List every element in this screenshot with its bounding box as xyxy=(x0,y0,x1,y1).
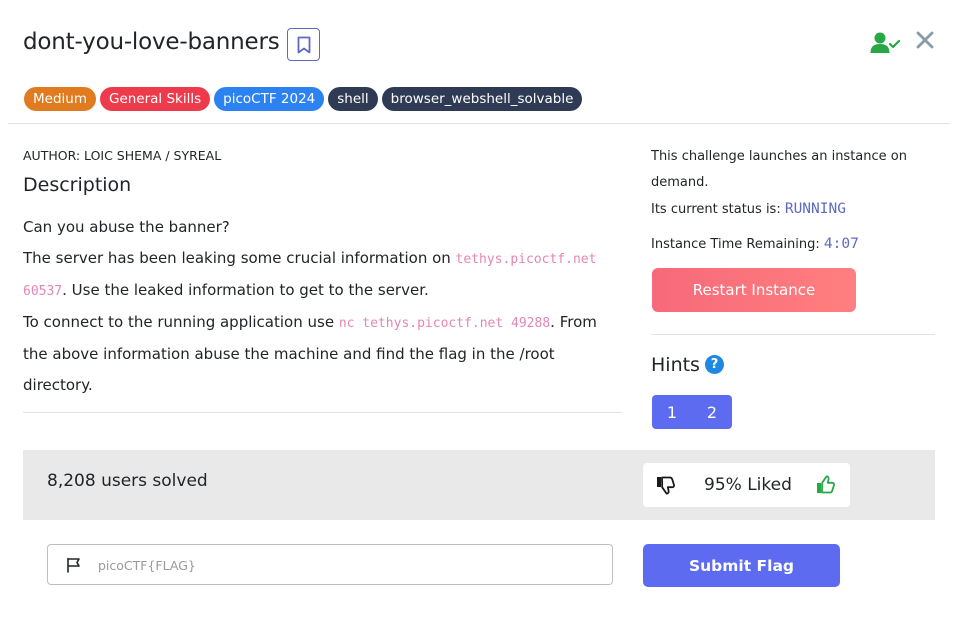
description-line: To connect to the running application us… xyxy=(23,307,623,401)
description-line: Can you abuse the banner? xyxy=(23,218,230,236)
description-body: Can you abuse the banner? The server has… xyxy=(23,212,623,401)
flag-input-container[interactable] xyxy=(47,544,613,585)
time-label: Instance Time Remaining: xyxy=(651,237,824,252)
hint-1-button[interactable]: 1 xyxy=(652,395,692,429)
tag-category[interactable]: General Skills xyxy=(99,87,211,111)
bookmark-icon xyxy=(297,36,310,53)
tag-shell[interactable]: shell xyxy=(328,87,378,111)
description-heading: Description xyxy=(23,174,132,196)
challenge-title: dont-you-love-banners xyxy=(23,29,280,55)
help-icon[interactable]: ? xyxy=(705,355,724,374)
description-line: The server has been leaking some crucial… xyxy=(23,243,623,307)
hints-heading: Hints xyxy=(651,354,700,376)
thumbs-up-icon[interactable] xyxy=(815,474,837,496)
tag-difficulty[interactable]: Medium xyxy=(24,87,96,111)
tag-list: Medium General Skills picoCTF 2024 shell… xyxy=(24,87,583,111)
close-icon[interactable] xyxy=(914,29,936,51)
author-line: AUTHOR: LOIC SHEMA / SYREAL xyxy=(23,148,222,163)
description-divider xyxy=(23,412,622,413)
status-label: Its current status is: xyxy=(651,202,785,217)
tag-webshell[interactable]: browser_webshell_solvable xyxy=(381,87,583,111)
restart-instance-button[interactable]: Restart Instance xyxy=(652,268,856,312)
hints-divider xyxy=(651,334,935,335)
user-check-icon xyxy=(870,32,900,53)
submit-flag-button[interactable]: Submit Flag xyxy=(643,544,840,587)
bookmark-button[interactable] xyxy=(287,28,320,61)
status-value: RUNNING xyxy=(784,201,846,217)
instance-time: Instance Time Remaining: 4:07 xyxy=(651,231,935,258)
description-text: To connect to the running application us… xyxy=(23,313,339,331)
description-text: . Use the leaked information to get to t… xyxy=(62,281,429,299)
hint-2-button[interactable]: 2 xyxy=(692,395,732,429)
flag-icon xyxy=(67,557,80,573)
hint-buttons: 1 2 xyxy=(652,395,732,429)
header-divider xyxy=(8,123,950,124)
flag-input[interactable] xyxy=(98,553,598,577)
instance-status: Its current status is: RUNNING xyxy=(651,196,935,223)
thumbs-down-icon[interactable] xyxy=(655,474,677,496)
solved-count: 8,208 users solved xyxy=(47,471,208,491)
time-value: 4:07 xyxy=(823,236,859,252)
nc-command-code: nc tethys.picoctf.net 49288 xyxy=(338,316,551,331)
description-text: The server has been leaking some crucial… xyxy=(23,249,456,267)
liked-percentage: 95% Liked xyxy=(704,475,792,495)
tag-event[interactable]: picoCTF 2024 xyxy=(214,87,325,111)
instance-intro: This challenge launches an instance on d… xyxy=(651,149,907,190)
instance-panel: This challenge launches an instance on d… xyxy=(651,144,935,258)
